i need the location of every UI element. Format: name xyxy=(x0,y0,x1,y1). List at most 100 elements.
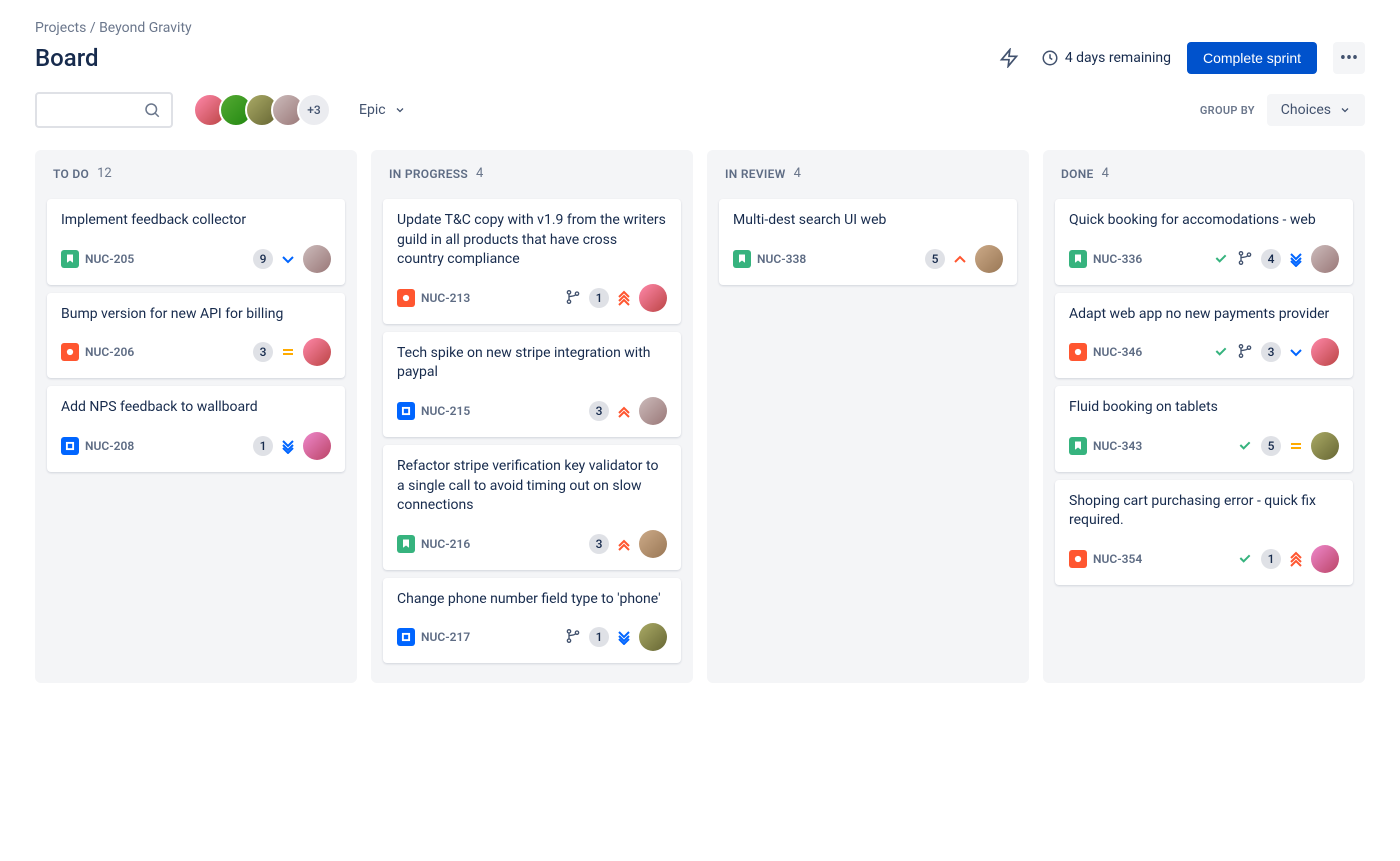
search-input[interactable] xyxy=(35,92,173,128)
issue-key: NUC-354 xyxy=(1093,552,1142,566)
breadcrumb: Projects / Beyond Gravity xyxy=(35,20,1365,36)
estimate-badge: 3 xyxy=(589,401,609,421)
days-remaining: 4 days remaining xyxy=(1065,50,1171,66)
card-title: Quick booking for accomodations - web xyxy=(1069,211,1339,231)
issue-key: NUC-216 xyxy=(421,537,470,551)
chevron-down-icon xyxy=(1339,104,1351,116)
issue-type-icon xyxy=(397,402,415,420)
issue-type-icon xyxy=(397,535,415,553)
estimate-badge: 3 xyxy=(1261,342,1281,362)
issue-type-icon xyxy=(733,250,751,268)
assignee-avatar[interactable] xyxy=(1311,245,1339,273)
assignee-avatar[interactable] xyxy=(303,245,331,273)
branch-icon xyxy=(1237,250,1255,268)
issue-card[interactable]: Bump version for new API for billing NUC… xyxy=(47,293,345,379)
issue-card[interactable]: Implement feedback collector NUC-205 9 xyxy=(47,199,345,285)
breadcrumb-project-name[interactable]: Beyond Gravity xyxy=(99,20,192,36)
priority-icon xyxy=(615,402,633,420)
assignee-avatar[interactable] xyxy=(1311,545,1339,573)
column-title: DONE xyxy=(1061,167,1094,181)
column-count: 4 xyxy=(1102,166,1109,181)
issue-card[interactable]: Shoping cart purchasing error - quick fi… xyxy=(1055,480,1353,585)
priority-icon xyxy=(279,250,297,268)
lightning-icon xyxy=(999,48,1019,68)
issue-key: NUC-338 xyxy=(757,252,806,266)
issue-card[interactable]: Multi-dest search UI web NUC-338 5 xyxy=(719,199,1017,285)
priority-icon xyxy=(1287,250,1305,268)
card-title: Adapt web app no new payments provider xyxy=(1069,305,1339,325)
assignee-avatar[interactable] xyxy=(639,284,667,312)
priority-icon xyxy=(615,628,633,646)
issue-card[interactable]: Refactor stripe verification key validat… xyxy=(383,445,681,570)
assignee-avatar[interactable] xyxy=(975,245,1003,273)
issue-type-icon xyxy=(61,250,79,268)
issue-type-icon xyxy=(397,628,415,646)
search-icon xyxy=(143,101,161,119)
priority-icon xyxy=(615,289,633,307)
assignee-avatar[interactable] xyxy=(303,338,331,366)
assignee-avatar[interactable] xyxy=(639,397,667,425)
assignee-avatar[interactable] xyxy=(1311,432,1339,460)
estimate-badge: 1 xyxy=(589,627,609,647)
automation-button[interactable] xyxy=(993,42,1025,74)
assignee-avatar[interactable] xyxy=(303,432,331,460)
complete-sprint-button[interactable]: Complete sprint xyxy=(1187,42,1317,74)
estimate-badge: 5 xyxy=(925,249,945,269)
column-title: TO DO xyxy=(53,167,89,181)
issue-key: NUC-343 xyxy=(1093,439,1142,453)
card-title: Implement feedback collector xyxy=(61,211,331,231)
column-count: 4 xyxy=(794,166,801,181)
column-title: IN PROGRESS xyxy=(389,167,468,181)
issue-key: NUC-208 xyxy=(85,439,134,453)
epic-filter-button[interactable]: Epic xyxy=(351,96,414,124)
card-title: Change phone number field type to 'phone… xyxy=(397,590,667,610)
column: IN REVIEW 4 Multi-dest search UI web NUC… xyxy=(707,150,1029,683)
team-avatars: +3 xyxy=(193,93,331,127)
check-icon xyxy=(1213,343,1231,361)
group-by-label: GROUP BY xyxy=(1200,104,1255,117)
card-title: Fluid booking on tablets xyxy=(1069,398,1339,418)
column-count: 12 xyxy=(97,166,112,181)
issue-card[interactable]: Update T&C copy with v1.9 from the write… xyxy=(383,199,681,324)
breadcrumb-projects[interactable]: Projects xyxy=(35,20,86,36)
more-options-button[interactable]: ••• xyxy=(1333,42,1365,74)
issue-key: NUC-217 xyxy=(421,630,470,644)
priority-icon xyxy=(1287,437,1305,455)
avatar-more[interactable]: +3 xyxy=(297,93,331,127)
estimate-badge: 5 xyxy=(1261,436,1281,456)
chevron-down-icon xyxy=(394,104,406,116)
card-title: Bump version for new API for billing xyxy=(61,305,331,325)
issue-type-icon xyxy=(1069,250,1087,268)
priority-icon xyxy=(279,343,297,361)
issue-card[interactable]: Adapt web app no new payments provider N… xyxy=(1055,293,1353,379)
issue-type-icon xyxy=(1069,550,1087,568)
card-title: Multi-dest search UI web xyxy=(733,211,1003,231)
card-title: Refactor stripe verification key validat… xyxy=(397,457,667,516)
estimate-badge: 1 xyxy=(1261,549,1281,569)
group-by-select[interactable]: Choices xyxy=(1267,94,1365,126)
issue-type-icon xyxy=(1069,343,1087,361)
column-count: 4 xyxy=(476,166,483,181)
branch-icon xyxy=(565,289,583,307)
card-title: Tech spike on new stripe integration wit… xyxy=(397,344,667,383)
issue-card[interactable]: Add NPS feedback to wallboard NUC-208 1 xyxy=(47,386,345,472)
page-title: Board xyxy=(35,44,99,72)
issue-card[interactable]: Change phone number field type to 'phone… xyxy=(383,578,681,664)
estimate-badge: 9 xyxy=(253,249,273,269)
priority-icon xyxy=(1287,550,1305,568)
issue-card[interactable]: Fluid booking on tablets NUC-343 5 xyxy=(1055,386,1353,472)
issue-key: NUC-336 xyxy=(1093,252,1142,266)
assignee-avatar[interactable] xyxy=(1311,338,1339,366)
issue-key: NUC-206 xyxy=(85,345,134,359)
check-icon xyxy=(1237,437,1255,455)
priority-icon xyxy=(279,437,297,455)
assignee-avatar[interactable] xyxy=(639,623,667,651)
estimate-badge: 3 xyxy=(253,342,273,362)
issue-card[interactable]: Tech spike on new stripe integration wit… xyxy=(383,332,681,437)
assignee-avatar[interactable] xyxy=(639,530,667,558)
issue-type-icon xyxy=(61,437,79,455)
issue-card[interactable]: Quick booking for accomodations - web NU… xyxy=(1055,199,1353,285)
estimate-badge: 1 xyxy=(253,436,273,456)
branch-icon xyxy=(565,628,583,646)
clock-icon xyxy=(1041,49,1059,67)
